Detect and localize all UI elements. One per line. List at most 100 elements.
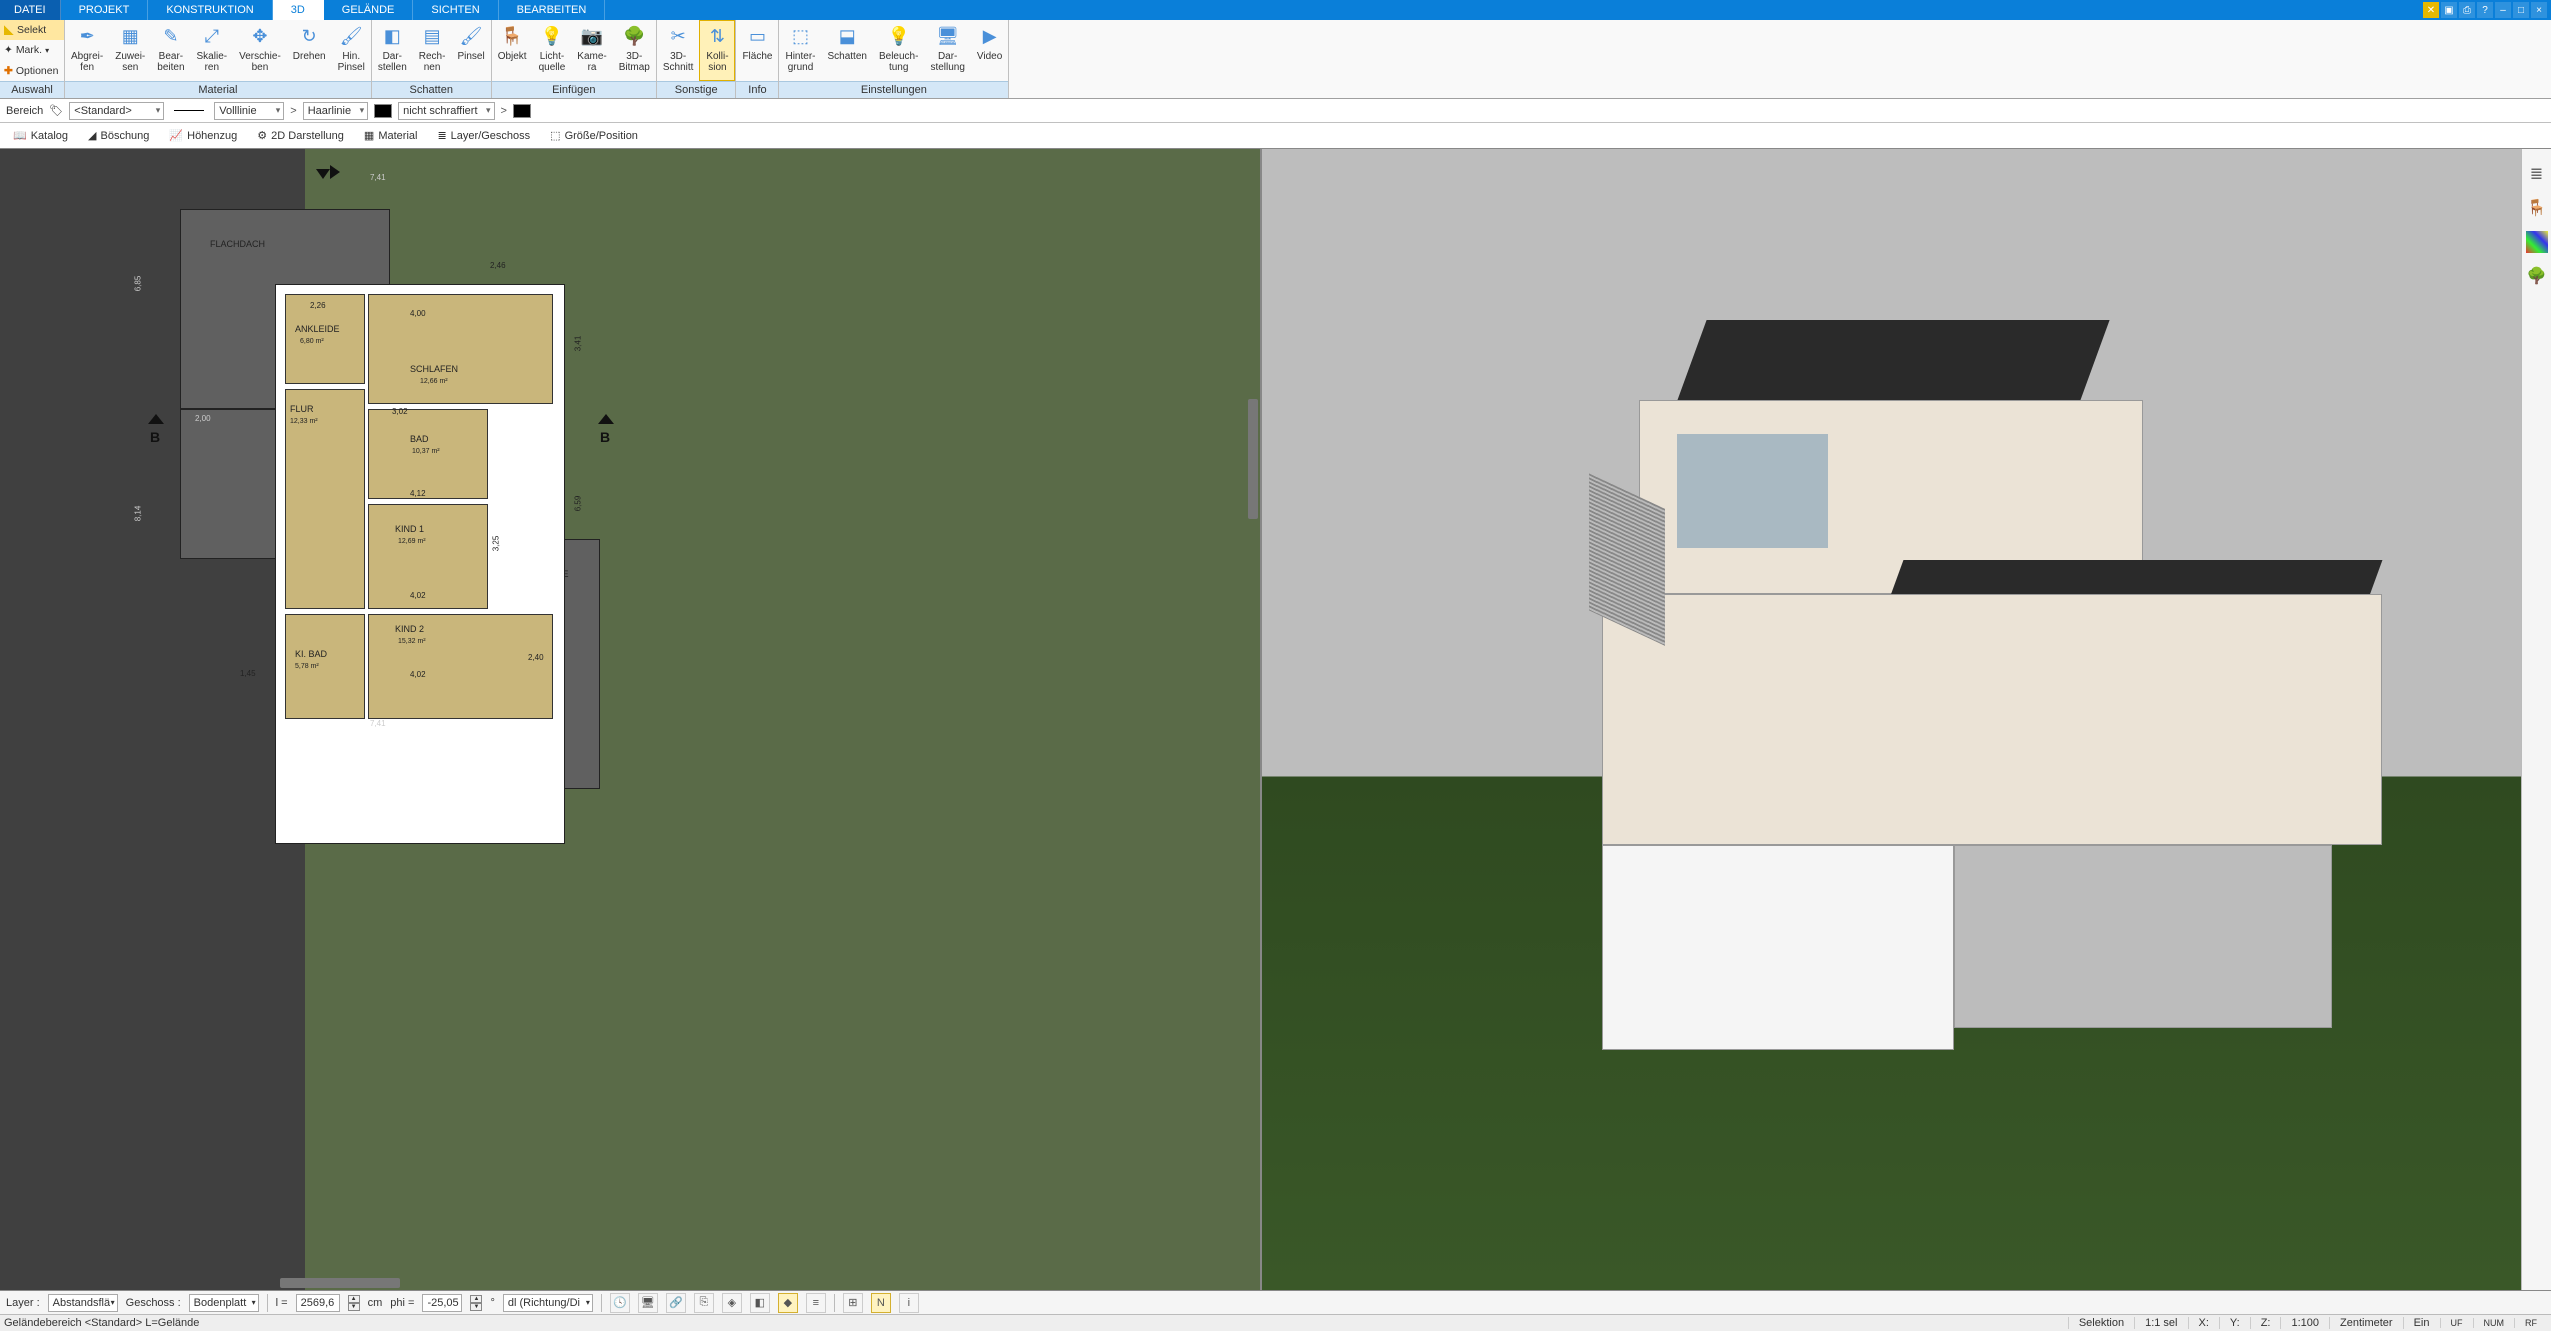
ribbon-darstellung-button[interactable]: 🖥Dar- stellung bbox=[924, 20, 970, 81]
ribbon-hintergrund-button[interactable]: ⬚Hinter- grund bbox=[779, 20, 821, 81]
tool-icon[interactable]: ▣ bbox=[2441, 2, 2457, 18]
link-icon[interactable]: 🔗 bbox=[666, 1293, 686, 1313]
toolbar-2ddarstellung-button[interactable]: ⚙2D Darstellung bbox=[248, 125, 353, 147]
highlight-icon[interactable]: ◆ bbox=[778, 1293, 798, 1313]
ribbon-hin-pinsel-button[interactable]: 🖌Hin. Pinsel bbox=[332, 20, 371, 81]
ribbon-skalieren-button[interactable]: ⤢Skalie- ren bbox=[191, 20, 234, 81]
furniture-icon[interactable]: 🪑 bbox=[2526, 197, 2548, 219]
palette-icon[interactable]: . bbox=[2526, 231, 2548, 253]
bearbeiten-icon: ✎ bbox=[159, 24, 183, 48]
clock-icon[interactable]: 🕓 bbox=[610, 1293, 630, 1313]
toolbar-label: 2D Darstellung bbox=[271, 130, 344, 142]
color-swatch-2[interactable] bbox=[513, 104, 531, 118]
bereich-select[interactable]: <Standard> bbox=[69, 102, 164, 120]
toolbar-layergeschoss-button[interactable]: ≣Layer/Geschoss bbox=[428, 125, 539, 147]
dim-text: 2,26 bbox=[310, 301, 326, 310]
ribbon-schatten-button[interactable]: ⬓Schatten bbox=[821, 20, 872, 81]
tab-bearbeiten[interactable]: BEARBEITEN bbox=[499, 0, 606, 20]
ribbon-3dbitmap-button[interactable]: 🌳3D- Bitmap bbox=[613, 20, 656, 81]
phi-unit: ° bbox=[490, 1297, 494, 1309]
room-area: 12,66 m² bbox=[420, 376, 448, 387]
phi-input[interactable]: -25,05 bbox=[422, 1294, 462, 1312]
toolbar-hoehenzug-button[interactable]: 📈Höhenzug bbox=[160, 125, 246, 147]
length-spinner[interactable]: ▲▼ bbox=[348, 1295, 360, 1311]
toolbar-katalog-button[interactable]: 📖Katalog bbox=[4, 125, 77, 147]
toolbar-groesseposition-button[interactable]: ⬚Größe/Position bbox=[541, 125, 647, 147]
ribbon-drehen-button[interactable]: ↻Drehen bbox=[287, 20, 332, 81]
ribbon-rechnen-button[interactable]: ▤Rech- nen bbox=[413, 20, 452, 81]
room-area: 5,78 m² bbox=[295, 661, 319, 672]
dl-select[interactable]: dl (Richtung/Di▾ bbox=[503, 1294, 593, 1312]
copy-icon[interactable]: ⎘ bbox=[694, 1293, 714, 1313]
2d-viewport[interactable]: FLACHDACH TERRASSE EF=29,46 m² ANKLEIDE … bbox=[0, 149, 1262, 1290]
tab-konstruktion[interactable]: KONSTRUKTION bbox=[148, 0, 272, 20]
stack-icon[interactable]: ≡ bbox=[806, 1293, 826, 1313]
ribbon-lichtquelle-button[interactable]: 💡Licht- quelle bbox=[533, 20, 572, 81]
vertical-scrollbar[interactable] bbox=[1248, 399, 1258, 519]
status-ein: Ein bbox=[2403, 1317, 2440, 1329]
dim-text: 7,41 bbox=[370, 719, 386, 728]
plus-icon: ✚ bbox=[4, 65, 13, 77]
section-mark-left: B bbox=[150, 429, 160, 445]
screen-icon[interactable]: 🖥 bbox=[638, 1293, 658, 1313]
info-icon[interactable]: i bbox=[899, 1293, 919, 1313]
drehen-icon: ↻ bbox=[297, 24, 321, 48]
ribbon-flaeche-button[interactable]: ▭Fläche bbox=[736, 20, 778, 81]
ribbon-beleuchtung-button[interactable]: 💡Beleuch- tung bbox=[873, 20, 924, 81]
hatch-select[interactable]: nicht schraffiert bbox=[398, 102, 494, 120]
horizontal-scrollbar[interactable] bbox=[280, 1278, 400, 1288]
tree-icon[interactable]: 🌳 bbox=[2526, 265, 2548, 287]
options-bar: Bereich 🏷 <Standard> Volllinie > Haarlin… bbox=[0, 99, 2551, 123]
mark-tool-button[interactable]: ✦Mark.▾ bbox=[0, 40, 64, 60]
ribbon-kollision-button[interactable]: ⇅Kolli- sion bbox=[699, 20, 735, 81]
toolbar-boeschung-button[interactable]: ◢Böschung bbox=[79, 125, 158, 147]
flaeche-icon: ▭ bbox=[745, 24, 769, 48]
minimize-button[interactable]: – bbox=[2495, 2, 2511, 18]
tool-icon[interactable]: ⎙ bbox=[2459, 2, 2475, 18]
tab-3d[interactable]: 3D bbox=[273, 0, 324, 20]
darstellen-icon: ◧ bbox=[380, 24, 404, 48]
layers2-icon[interactable]: ◧ bbox=[750, 1293, 770, 1313]
group-title-auswahl: Auswahl bbox=[0, 81, 64, 98]
ribbon-kamera-button[interactable]: 📷Kame- ra bbox=[571, 20, 612, 81]
geschoss-select[interactable]: Bodenplatt▾ bbox=[189, 1294, 259, 1312]
ribbon-objekt-button[interactable]: 🪑Objekt bbox=[492, 20, 533, 81]
maximize-button[interactable]: □ bbox=[2513, 2, 2529, 18]
tab-gelaende[interactable]: GELÄNDE bbox=[324, 0, 414, 20]
diamond-icon[interactable]: ◈ bbox=[722, 1293, 742, 1313]
ribbon-zuweisen-button[interactable]: ▦Zuwei- sen bbox=[109, 20, 151, 81]
dim-text: 3,25 bbox=[491, 536, 500, 552]
toolbar-material-button[interactable]: ▦Material bbox=[355, 125, 427, 147]
tab-file[interactable]: DATEI bbox=[0, 0, 61, 20]
ribbon-3dschnitt-button[interactable]: ✂3D- Schnitt bbox=[657, 20, 700, 81]
dl-value: dl (Richtung/Di bbox=[508, 1297, 580, 1309]
linestyle-select[interactable]: Volllinie bbox=[214, 102, 284, 120]
ribbon-group-einfuegen: 🪑Objekt💡Licht- quelle📷Kame- ra🌳3D- Bitma… bbox=[492, 20, 657, 98]
ribbon-button-label: Dar- stellung bbox=[930, 51, 964, 73]
tool-icon[interactable]: ✕ bbox=[2423, 2, 2439, 18]
tab-projekt[interactable]: PROJEKT bbox=[61, 0, 149, 20]
ribbon-darstellen-button[interactable]: ◧Dar- stellen bbox=[372, 20, 413, 81]
ribbon-bearbeiten-button[interactable]: ✎Bear- beiten bbox=[151, 20, 190, 81]
lineweight-select[interactable]: Haarlinie bbox=[303, 102, 368, 120]
ribbon-pinsel-button[interactable]: 🖌Pinsel bbox=[451, 20, 490, 81]
zuweisen-icon: ▦ bbox=[118, 24, 142, 48]
section-arrow-icon bbox=[598, 414, 614, 424]
layer-select[interactable]: Abstandsflä▾ bbox=[48, 1294, 118, 1312]
layers-icon[interactable]: ≣ bbox=[2526, 163, 2548, 185]
help-icon[interactable]: ? bbox=[2477, 2, 2493, 18]
ribbon-abgreifen-button[interactable]: ✒Abgrei- fen bbox=[65, 20, 109, 81]
snap-n-icon[interactable]: N bbox=[871, 1293, 891, 1313]
grid-icon[interactable]: ⊞ bbox=[843, 1293, 863, 1313]
color-swatch-1[interactable] bbox=[374, 104, 392, 118]
tab-sichten[interactable]: SICHTEN bbox=[413, 0, 498, 20]
select-tool-button[interactable]: Selekt bbox=[0, 20, 64, 40]
ribbon-video-button[interactable]: ▶Video bbox=[971, 20, 1008, 81]
phi-spinner[interactable]: ▲▼ bbox=[470, 1295, 482, 1311]
bottom-input-bar: Layer : Abstandsflä▾ Geschoss : Bodenpla… bbox=[0, 1290, 2551, 1314]
length-input[interactable]: 2569,6 bbox=[296, 1294, 340, 1312]
ribbon-verschieben-button[interactable]: ✥Verschie- ben bbox=[233, 20, 287, 81]
close-button[interactable]: × bbox=[2531, 2, 2547, 18]
3d-viewport[interactable] bbox=[1262, 149, 2522, 1290]
options-button[interactable]: ✚Optionen bbox=[0, 61, 64, 81]
